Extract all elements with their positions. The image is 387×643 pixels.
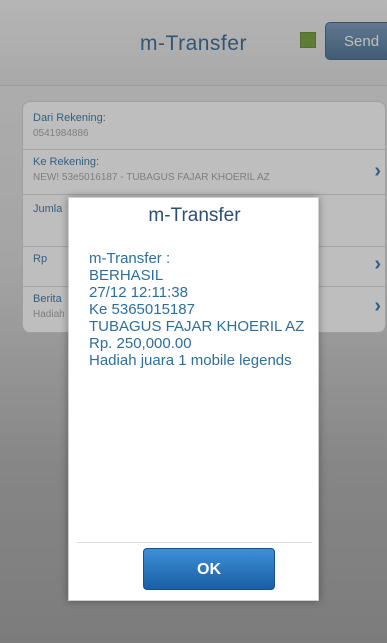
dialog-line: Ke 5365015187 xyxy=(89,301,195,318)
dialog-line: Rp. 250,000.00 xyxy=(89,335,192,352)
dialog-line: 27/12 12:11:38 xyxy=(89,284,188,301)
dialog-message: m-Transfer : BERHASIL 27/12 12:11:38 Ke … xyxy=(89,250,319,369)
dialog-line: BERHASIL xyxy=(89,267,164,284)
dialog-title: m-Transfer xyxy=(148,205,241,226)
ok-button[interactable]: OK xyxy=(143,548,275,590)
dialog-line: m-Transfer : xyxy=(89,250,171,267)
dialog-line: TUBAGUS FAJAR KHOERIL AZ xyxy=(89,318,305,335)
dialog-divider xyxy=(77,542,312,543)
result-dialog: m-Transfer m-Transfer : BERHASIL 27/12 1… xyxy=(68,197,319,601)
dialog-line: Hadiah juara 1 mobile legends xyxy=(89,352,292,369)
